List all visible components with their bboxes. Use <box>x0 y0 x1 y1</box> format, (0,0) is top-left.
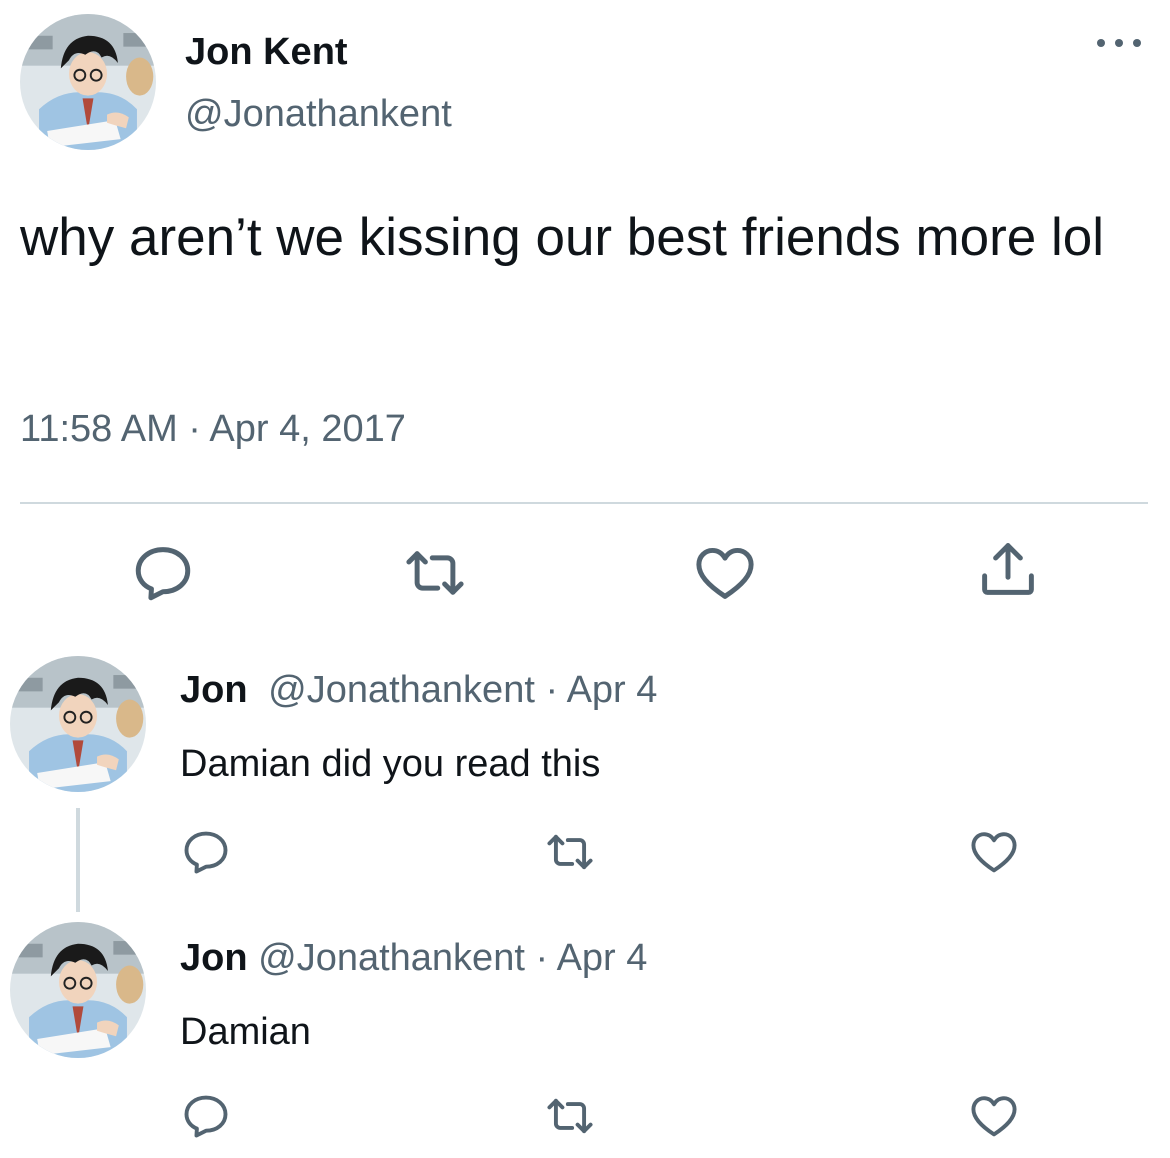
reply-text: Damian <box>180 1011 311 1053</box>
more-options-icon[interactable] <box>1093 30 1145 56</box>
reply-name[interactable]: Jon <box>180 669 248 711</box>
thread-line <box>76 808 80 912</box>
like-icon[interactable] <box>968 826 1020 878</box>
divider <box>20 502 1148 504</box>
separator-dot: · <box>524 937 557 979</box>
author-avatar[interactable] <box>20 14 156 150</box>
author-handle[interactable]: @Jonathankent <box>185 92 452 136</box>
reply-header: Jon @Jonathankent · Apr 4 <box>180 668 657 712</box>
retweet-icon[interactable] <box>544 826 596 878</box>
tweet-timestamp[interactable]: 11:58 AM · Apr 4, 2017 <box>20 406 406 452</box>
reply-handle[interactable]: @Jonathankent <box>268 669 535 711</box>
like-icon[interactable] <box>692 540 758 606</box>
separator-dot: · <box>534 669 567 711</box>
like-icon[interactable] <box>968 1090 1020 1142</box>
reply-date[interactable]: Apr 4 <box>557 937 648 979</box>
reply-icon[interactable] <box>180 1090 232 1142</box>
reply-icon[interactable] <box>180 826 232 878</box>
reply-text: Damian did you read this <box>180 743 601 785</box>
share-icon[interactable] <box>975 536 1041 602</box>
reply-name[interactable]: Jon <box>180 937 248 979</box>
reply-avatar[interactable] <box>10 922 146 1058</box>
author-name[interactable]: Jon Kent <box>185 30 348 74</box>
reply-icon[interactable] <box>130 540 196 606</box>
reply-date[interactable]: Apr 4 <box>567 669 658 711</box>
reply-handle[interactable]: @Jonathankent <box>258 937 525 979</box>
reply-header: Jon @Jonathankent · Apr 4 <box>180 936 647 980</box>
tweet-text: why aren’t we kissing our best friends m… <box>20 208 1105 267</box>
retweet-icon[interactable] <box>402 540 468 606</box>
reply-avatar[interactable] <box>10 656 146 792</box>
retweet-icon[interactable] <box>544 1090 596 1142</box>
